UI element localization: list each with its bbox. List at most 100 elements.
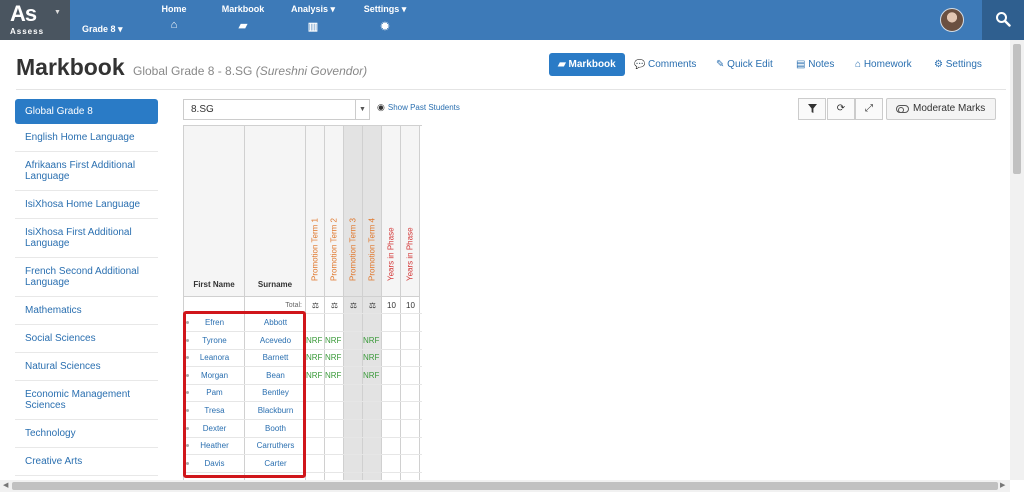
mark-cell[interactable] xyxy=(382,367,401,385)
column-header-assessment[interactable]: Years in Phase xyxy=(401,126,420,297)
refresh-button[interactable]: ⟳ xyxy=(827,98,855,120)
mark-cell[interactable]: NRF xyxy=(306,367,325,385)
mark-cell[interactable] xyxy=(306,402,325,420)
sidebar-item-ems[interactable]: Economic Management Sciences xyxy=(15,381,158,420)
sidebar-item-afrikaans-fal[interactable]: Afrikaans First Additional Language xyxy=(15,152,158,191)
expand-button[interactable]: ⤢ xyxy=(855,98,883,120)
class-select[interactable]: 8.SG ▼ xyxy=(183,99,370,120)
mark-cell[interactable] xyxy=(325,420,344,438)
tab-notes[interactable]: ▤ Notes xyxy=(796,53,834,76)
mark-cell[interactable] xyxy=(306,455,325,473)
column-header-assessment[interactable]: Promotion Term 3 xyxy=(344,126,363,297)
sidebar-item-mathematics[interactable]: Mathematics xyxy=(15,297,158,325)
mark-cell[interactable] xyxy=(363,420,382,438)
mark-cell[interactable] xyxy=(344,455,363,473)
sidebar-item-natural-sciences[interactable]: Natural Sciences xyxy=(15,353,158,381)
mark-cell[interactable] xyxy=(401,349,420,367)
tab-comments[interactable]: 💬 Comments xyxy=(634,53,696,76)
column-header-surname[interactable]: Surname xyxy=(245,126,306,297)
mark-cell[interactable] xyxy=(344,349,363,367)
sidebar-item-english-hl[interactable]: English Home Language xyxy=(15,124,158,152)
mark-cell[interactable] xyxy=(382,384,401,402)
mark-cell[interactable] xyxy=(325,455,344,473)
app-logo[interactable]: As ▼ Assess xyxy=(0,0,70,40)
mark-cell[interactable]: NRF xyxy=(363,332,382,350)
mark-cell[interactable] xyxy=(401,402,420,420)
mark-cell[interactable] xyxy=(344,402,363,420)
moderate-marks-button[interactable]: Moderate Marks xyxy=(886,98,996,120)
mark-cell[interactable] xyxy=(344,437,363,455)
scale-icon[interactable]: ⚖ xyxy=(344,297,363,315)
mark-cell[interactable] xyxy=(401,420,420,438)
mark-cell[interactable] xyxy=(344,367,363,385)
sidebar-item-technology[interactable]: Technology xyxy=(15,420,158,448)
avatar[interactable] xyxy=(940,8,964,32)
column-header-assessment[interactable]: Promotion Term 4 xyxy=(363,126,382,297)
mark-cell[interactable]: NRF xyxy=(325,349,344,367)
mark-cell[interactable] xyxy=(363,455,382,473)
horizontal-scrollbar[interactable]: ◀ ▶ xyxy=(0,480,1010,492)
mark-cell[interactable]: NRF xyxy=(325,367,344,385)
mark-cell[interactable] xyxy=(401,384,420,402)
mark-cell[interactable] xyxy=(401,367,420,385)
mark-cell[interactable] xyxy=(382,314,401,332)
mark-cell[interactable]: NRF xyxy=(363,349,382,367)
mark-cell[interactable] xyxy=(306,437,325,455)
mark-cell[interactable] xyxy=(382,455,401,473)
column-header-assessment[interactable]: Years in Phase xyxy=(382,126,401,297)
mark-cell[interactable] xyxy=(344,420,363,438)
mark-cell[interactable]: NRF xyxy=(325,332,344,350)
mark-cell[interactable] xyxy=(325,314,344,332)
mark-cell[interactable] xyxy=(306,314,325,332)
mark-cell[interactable] xyxy=(325,437,344,455)
sidebar-item-social-sciences[interactable]: Social Sciences xyxy=(15,325,158,353)
mark-cell[interactable] xyxy=(382,420,401,438)
search-button[interactable] xyxy=(982,0,1024,40)
sidebar-item-global-grade-8[interactable]: Global Grade 8 xyxy=(15,99,158,124)
tab-settings[interactable]: ⚙ Settings xyxy=(934,53,982,76)
column-header-first-name[interactable]: First Name xyxy=(184,126,245,297)
mark-cell[interactable] xyxy=(401,437,420,455)
filter-button[interactable] xyxy=(798,98,826,120)
mark-cell[interactable] xyxy=(382,349,401,367)
mark-cell[interactable] xyxy=(325,384,344,402)
mark-cell[interactable] xyxy=(363,384,382,402)
mark-cell[interactable] xyxy=(363,437,382,455)
mark-cell[interactable] xyxy=(382,402,401,420)
sidebar-item-creative-arts[interactable]: Creative Arts xyxy=(15,448,158,476)
total-value[interactable]: 10 xyxy=(401,297,420,315)
mark-cell[interactable] xyxy=(401,455,420,473)
nav-settings[interactable]: Settings ▾ ✹ xyxy=(359,4,411,33)
scale-icon[interactable]: ⚖ xyxy=(325,297,344,315)
mark-cell[interactable] xyxy=(344,332,363,350)
grade-selector[interactable]: Grade 8 ▾ xyxy=(82,24,123,35)
mark-cell[interactable] xyxy=(382,332,401,350)
mark-cell[interactable] xyxy=(401,332,420,350)
mark-cell[interactable] xyxy=(344,314,363,332)
tab-quick-edit[interactable]: ✎ Quick Edit xyxy=(716,53,773,76)
mark-cell[interactable] xyxy=(306,384,325,402)
column-header-assessment[interactable]: Promotion Term 1 xyxy=(306,126,325,297)
mark-cell[interactable]: NRF xyxy=(306,332,325,350)
mark-cell[interactable] xyxy=(325,402,344,420)
mark-cell[interactable]: NRF xyxy=(306,349,325,367)
total-value[interactable]: 10 xyxy=(382,297,401,315)
vertical-scrollbar[interactable] xyxy=(1010,40,1024,480)
mark-cell[interactable] xyxy=(306,420,325,438)
mark-cell[interactable] xyxy=(401,314,420,332)
mark-cell[interactable]: NRF xyxy=(363,367,382,385)
sidebar-item-isixhosa-hl[interactable]: IsiXhosa Home Language xyxy=(15,191,158,219)
scroll-right-icon[interactable]: ▶ xyxy=(1000,480,1005,492)
mark-cell[interactable] xyxy=(382,437,401,455)
show-past-students-link[interactable]: ◉ Show Past Students xyxy=(377,102,460,113)
mark-cell[interactable] xyxy=(363,314,382,332)
tab-homework[interactable]: ⌂ Homework xyxy=(855,53,912,76)
scroll-left-icon[interactable]: ◀ xyxy=(3,480,8,492)
scale-icon[interactable]: ⚖ xyxy=(306,297,325,315)
nav-home[interactable]: Home ⌂ xyxy=(160,4,188,31)
nav-analysis[interactable]: Analysis ▾ ▥ xyxy=(287,4,339,33)
sidebar-item-french-sal[interactable]: French Second Additional Language xyxy=(15,258,158,297)
scale-icon[interactable]: ⚖ xyxy=(363,297,382,315)
column-header-assessment[interactable]: Promotion Term 2 xyxy=(325,126,344,297)
mark-cell[interactable] xyxy=(344,384,363,402)
